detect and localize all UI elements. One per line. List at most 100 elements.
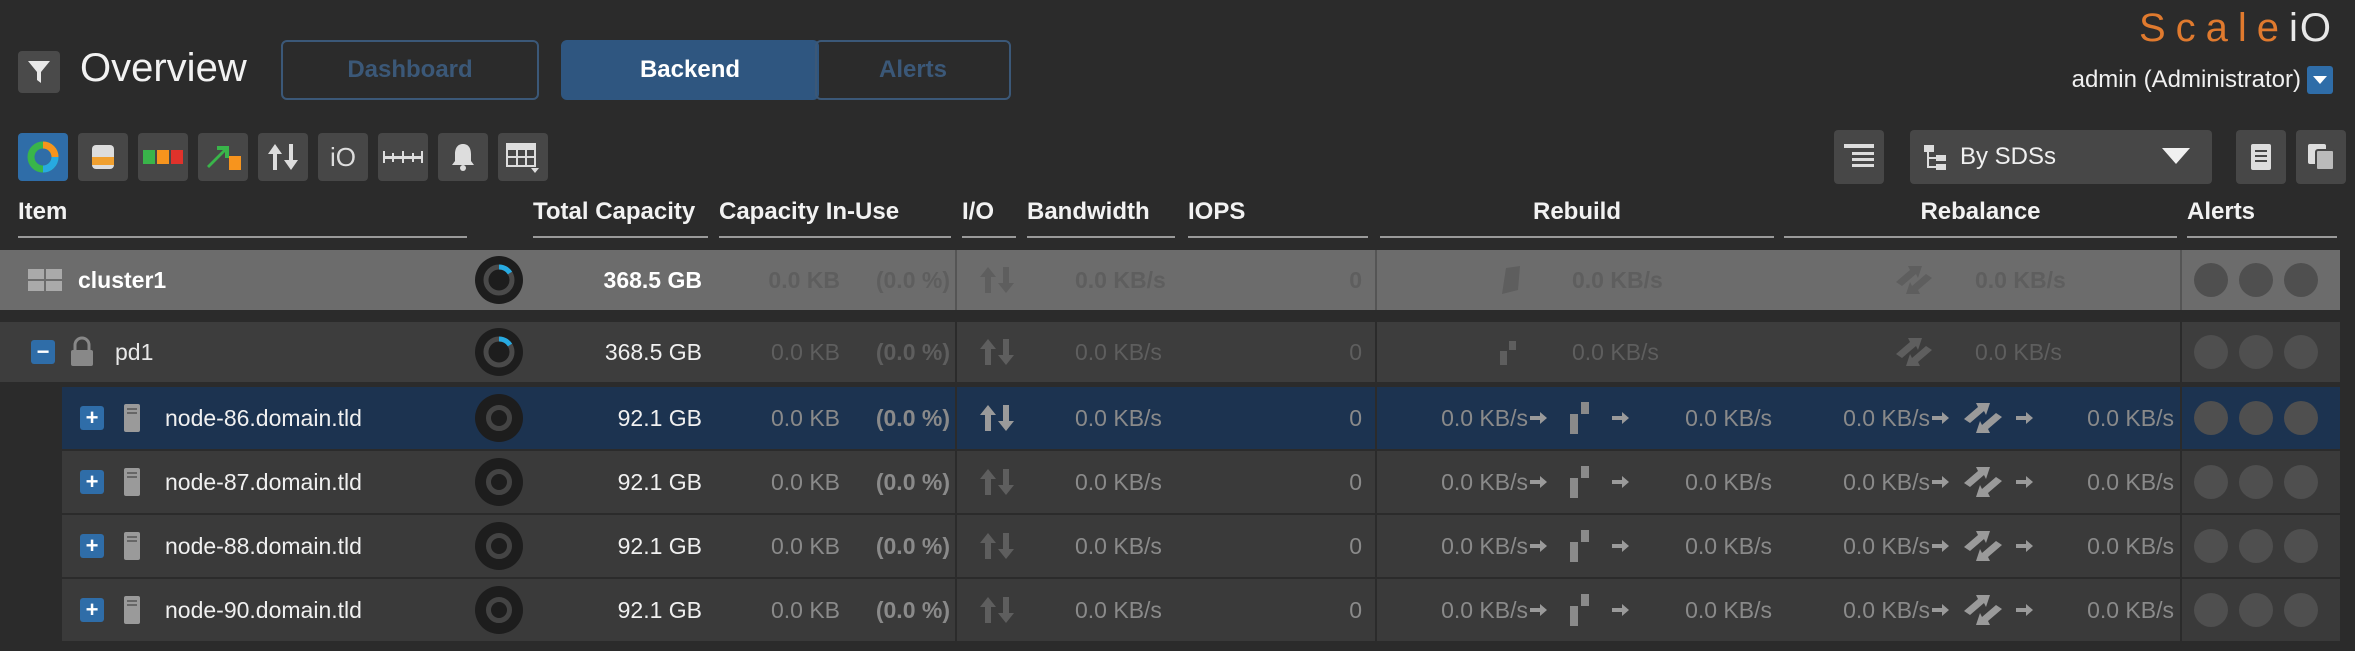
node-in-use-pct: (0.0 %) bbox=[875, 468, 950, 495]
col-rebalance[interactable]: Rebalance bbox=[1784, 198, 2177, 238]
pd-iops: 0 bbox=[1349, 338, 1362, 365]
node-bandwidth: 0.0 KB/s bbox=[1075, 596, 1162, 623]
collapse-button[interactable]: − bbox=[31, 339, 55, 364]
report-button[interactable] bbox=[2236, 130, 2286, 184]
tab-alerts[interactable]: Alerts bbox=[815, 40, 1011, 100]
page-title: Overview bbox=[80, 46, 247, 90]
rebuild-view-button[interactable] bbox=[198, 133, 248, 181]
rebalance-icon bbox=[1964, 403, 2002, 433]
tab-dashboard[interactable]: Dashboard bbox=[281, 40, 539, 100]
capacity-ring-icon bbox=[475, 256, 523, 304]
node-alerts bbox=[2194, 515, 2329, 577]
col-bandwidth[interactable]: Bandwidth bbox=[1027, 198, 1175, 238]
node-name[interactable]: node-86.domain.tld bbox=[165, 387, 362, 449]
status-bars-icon bbox=[143, 150, 183, 164]
io-arrows-icon bbox=[980, 597, 1014, 623]
col-item[interactable]: Item bbox=[18, 198, 467, 238]
chevron-down-icon bbox=[2313, 76, 2327, 84]
alert-indicator bbox=[2284, 401, 2318, 435]
arrow-right-icon bbox=[2016, 604, 2033, 616]
node-alerts bbox=[2194, 451, 2329, 513]
arrow-right-icon bbox=[1530, 476, 1547, 488]
node-name[interactable]: node-90.domain.tld bbox=[165, 579, 362, 641]
expand-button[interactable]: + bbox=[80, 597, 104, 622]
tab-backend[interactable]: Backend bbox=[561, 40, 819, 100]
alert-indicator bbox=[2194, 401, 2228, 435]
io-view-button[interactable]: iO bbox=[318, 133, 368, 181]
pd-row[interactable]: − pd1 368.5 GB 0.0 KB (0.0 %) 0.0 KB/s 0… bbox=[0, 322, 2340, 382]
table-row[interactable]: + node-87.domain.tld 92.1 GB 0.0 KB (0.0… bbox=[62, 451, 2340, 513]
node-in-use: 0.0 KB bbox=[770, 532, 840, 559]
caret-down-icon bbox=[2162, 148, 2190, 164]
io-arrows-icon bbox=[980, 339, 1014, 365]
server-icon bbox=[124, 532, 140, 560]
column-chooser-button[interactable] bbox=[1834, 130, 1884, 184]
node-iops: 0 bbox=[1349, 468, 1362, 495]
col-iops[interactable]: IOPS bbox=[1188, 198, 1368, 238]
node-in-use: 0.0 KB bbox=[770, 404, 840, 431]
node-rebuild-in: 0.0 KB/s bbox=[1441, 596, 1528, 623]
node-total: 92.1 GB bbox=[617, 404, 702, 431]
col-total-capacity[interactable]: Total Capacity bbox=[533, 198, 708, 238]
health-view-button[interactable] bbox=[138, 133, 188, 181]
node-bandwidth: 0.0 KB/s bbox=[1075, 468, 1162, 495]
capacity-ring-icon bbox=[475, 522, 523, 570]
arrow-right-icon bbox=[1612, 604, 1629, 616]
storage-view-button[interactable] bbox=[78, 133, 128, 181]
node-name[interactable]: node-88.domain.tld bbox=[165, 515, 362, 577]
node-rebalance-out: 0.0 KB/s bbox=[2087, 404, 2174, 431]
rebalance-icon bbox=[1964, 595, 2002, 625]
view-by-select[interactable]: By SDSs bbox=[1910, 130, 2212, 184]
col-rebuild[interactable]: Rebuild bbox=[1380, 198, 1774, 238]
cluster-name[interactable]: cluster1 bbox=[78, 250, 166, 310]
node-rebalance-in: 0.0 KB/s bbox=[1843, 532, 1930, 559]
node-iops: 0 bbox=[1349, 596, 1362, 623]
cluster-total: 368.5 GB bbox=[603, 266, 702, 293]
hierarchy-icon bbox=[1924, 145, 1946, 170]
col-io[interactable]: I/O bbox=[962, 198, 1016, 238]
io-arrows-icon bbox=[980, 533, 1014, 559]
node-bandwidth: 0.0 KB/s bbox=[1075, 404, 1162, 431]
filter-button[interactable] bbox=[18, 51, 60, 93]
table-view-button[interactable] bbox=[498, 133, 548, 181]
document-icon bbox=[2251, 144, 2271, 170]
ruler-view-button[interactable] bbox=[378, 133, 428, 181]
alert-indicator bbox=[2239, 335, 2273, 369]
expand-button[interactable]: + bbox=[80, 405, 104, 430]
alert-indicator bbox=[2284, 529, 2318, 563]
node-iops: 0 bbox=[1349, 404, 1362, 431]
cluster-rebuild: 0.0 KB/s bbox=[1572, 266, 1663, 293]
node-rebuild-in: 0.0 KB/s bbox=[1441, 532, 1528, 559]
node-name[interactable]: node-87.domain.tld bbox=[165, 451, 362, 513]
ruler-icon bbox=[383, 151, 423, 163]
arrow-right-icon bbox=[1530, 604, 1547, 616]
table-row[interactable]: + node-90.domain.tld 92.1 GB 0.0 KB (0.0… bbox=[62, 579, 2340, 641]
table-row[interactable]: + node-88.domain.tld 92.1 GB 0.0 KB (0.0… bbox=[62, 515, 2340, 577]
pd-name[interactable]: pd1 bbox=[115, 322, 153, 382]
alerts-view-button[interactable] bbox=[438, 133, 488, 181]
alert-indicator bbox=[2284, 593, 2318, 627]
pd-in-use: 0.0 KB bbox=[770, 338, 840, 365]
node-iops: 0 bbox=[1349, 532, 1362, 559]
expand-button[interactable]: + bbox=[80, 469, 104, 494]
io-arrows-button[interactable] bbox=[258, 133, 308, 181]
col-alerts[interactable]: Alerts bbox=[2187, 198, 2337, 238]
server-icon bbox=[124, 468, 140, 496]
alert-indicator bbox=[2239, 401, 2273, 435]
user-menu-button[interactable] bbox=[2307, 66, 2333, 94]
cluster-in-use-pct: (0.0 %) bbox=[875, 266, 950, 293]
cluster-row[interactable]: cluster1 368.5 GB 0.0 KB (0.0 %) 0.0 KB/… bbox=[0, 250, 2340, 310]
arrow-right-icon bbox=[1612, 476, 1629, 488]
rebalance-icon bbox=[1964, 467, 2002, 497]
copy-button[interactable] bbox=[2296, 130, 2346, 184]
expand-button[interactable]: + bbox=[80, 533, 104, 558]
col-capacity-in-use[interactable]: Capacity In-Use bbox=[719, 198, 951, 238]
table-row-selected[interactable]: + node-86.domain.tld 92.1 GB 0.0 KB (0.0… bbox=[62, 387, 2340, 449]
node-rebalance-in: 0.0 KB/s bbox=[1843, 468, 1930, 495]
node-alerts bbox=[2194, 579, 2329, 641]
rebuild-icon bbox=[1570, 466, 1589, 498]
rebalance-icon bbox=[1964, 531, 2002, 561]
capacity-view-button[interactable] bbox=[18, 133, 68, 181]
arrow-right-icon bbox=[1932, 604, 1949, 616]
cluster-iops: 0 bbox=[1349, 266, 1362, 293]
